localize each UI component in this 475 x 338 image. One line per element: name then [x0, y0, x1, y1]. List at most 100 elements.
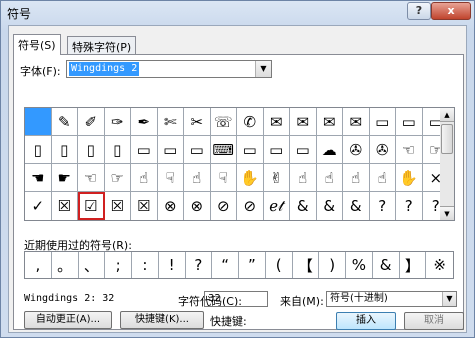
recent-symbol-cell[interactable]: ※: [426, 252, 453, 278]
symbol-cell[interactable]: ☝: [316, 164, 343, 192]
dialog-title: 符号: [7, 7, 32, 21]
scrollbar-thumb[interactable]: [441, 124, 453, 154]
recent-symbol-cell[interactable]: 。: [52, 252, 79, 278]
symbol-cell[interactable]: ☜: [396, 136, 423, 164]
symbol-cell[interactable]: &: [290, 192, 317, 220]
character-code-input[interactable]: 32: [204, 291, 268, 307]
tab-symbols[interactable]: 符号(S): [13, 34, 61, 55]
from-dropdown[interactable]: 符号(十进制) ▼: [326, 291, 457, 307]
symbol-cell[interactable]: ✇: [369, 136, 396, 164]
symbol-cell[interactable]: ▭: [157, 136, 184, 164]
symbol-cell[interactable]: ✎: [51, 108, 78, 136]
from-value: 符号(十进制): [330, 293, 388, 304]
symbol-cell[interactable]: ✇: [343, 136, 370, 164]
symbol-cell[interactable]: ?: [396, 192, 423, 220]
symbol-grid-scrollbar[interactable]: ▲ ▼: [440, 107, 455, 221]
symbol-cell[interactable]: ☁: [316, 136, 343, 164]
symbol-cell[interactable]: ✉: [316, 108, 343, 136]
recent-symbols-grid: ,。、;:!? “”(【)% &】 ※: [24, 251, 454, 279]
symbol-cell[interactable]: ☝: [290, 164, 317, 192]
dialog-client: 符号(S) 特殊字符(P) 字体(F): Wingdings 2 ▼ ✎ ✐ ✑ ✒ ✄…: [8, 25, 467, 333]
symbol-cell[interactable]: ✉: [263, 108, 290, 136]
symbol-cell[interactable]: ☒: [105, 192, 131, 220]
recent-symbol-cell[interactable]: (: [266, 252, 293, 278]
recent-symbol-cell[interactable]: %: [346, 252, 373, 278]
symbol-cell[interactable]: ☏: [210, 108, 237, 136]
symbol-cell[interactable]: ⊘: [211, 192, 237, 220]
symbol-cell[interactable]: ▭: [369, 108, 396, 136]
symbol-cell[interactable]: ☜: [78, 164, 105, 192]
symbol-cell[interactable]: ✐: [78, 108, 105, 136]
symbol-cell[interactable]: ☒: [52, 192, 78, 220]
recent-symbol-cell[interactable]: 】: [400, 252, 427, 278]
tab-special-characters[interactable]: 特殊字符(P): [67, 36, 137, 54]
symbol-cell[interactable]: ☝: [369, 164, 396, 192]
symbol-cell[interactable]: ▭: [396, 108, 423, 136]
close-button[interactable]: x: [431, 2, 471, 20]
symbol-cell[interactable]: ▯: [78, 136, 105, 164]
symbol-cell[interactable]: ✋: [396, 164, 423, 192]
symbol-cell[interactable]: ▯: [104, 136, 131, 164]
symbol-cell[interactable]: ▭: [290, 136, 317, 164]
symbol-cell[interactable]: ?: [370, 192, 396, 220]
shortcut-key-button[interactable]: 快捷键(K)...: [120, 311, 204, 329]
symbol-cell[interactable]: ✌: [263, 164, 290, 192]
chevron-down-icon[interactable]: ▼: [442, 292, 456, 306]
symbol-cell[interactable]: ☑: [78, 192, 105, 220]
symbol-cell[interactable]: ℯ𝓉: [264, 192, 290, 220]
symbol-cell[interactable]: &: [343, 192, 370, 220]
symbol-dialog: 符号 ? x 符号(S) 特殊字符(P) 字体(F): Wingdings 2 …: [0, 0, 475, 338]
symbol-cell[interactable]: [25, 108, 52, 136]
symbol-cell[interactable]: ✑: [104, 108, 131, 136]
help-button[interactable]: ?: [407, 2, 431, 20]
symbol-cell[interactable]: ▯: [51, 136, 78, 164]
symbol-cell[interactable]: ▭: [184, 136, 211, 164]
symbol-cell[interactable]: ✉: [290, 108, 317, 136]
symbol-cell[interactable]: ☚: [25, 164, 52, 192]
chevron-down-icon[interactable]: ▼: [255, 61, 271, 77]
recent-symbol-cell[interactable]: ”: [239, 252, 266, 278]
symbol-cell[interactable]: ▭: [263, 136, 290, 164]
recent-symbol-cell[interactable]: 【: [293, 252, 320, 278]
symbol-cell[interactable]: ✄: [157, 108, 184, 136]
symbol-cell[interactable]: ▭: [131, 136, 158, 164]
recent-symbol-cell[interactable]: “: [212, 252, 239, 278]
recent-symbol-cell[interactable]: ,: [25, 252, 52, 278]
symbol-cell[interactable]: ✒: [131, 108, 158, 136]
symbol-cell[interactable]: ☛: [51, 164, 78, 192]
font-dropdown[interactable]: Wingdings 2 ▼: [66, 60, 272, 78]
insert-button[interactable]: 插入: [336, 312, 396, 330]
recent-symbol-cell[interactable]: :: [132, 252, 159, 278]
symbol-cell[interactable]: ✆: [237, 108, 264, 136]
scroll-down-icon[interactable]: ▼: [440, 206, 454, 220]
symbol-cell[interactable]: ✂: [184, 108, 211, 136]
symbol-cell[interactable]: ⊘: [237, 192, 264, 220]
symbol-cell[interactable]: ⌨: [210, 136, 237, 164]
symbol-cell[interactable]: ✓: [25, 192, 52, 220]
symbol-cell[interactable]: ☞: [104, 164, 131, 192]
recent-symbol-cell[interactable]: 、: [79, 252, 106, 278]
shortcut-label: 快捷键:: [210, 315, 247, 328]
symbol-cell[interactable]: &: [317, 192, 343, 220]
symbol-cell[interactable]: ⊗: [158, 192, 184, 220]
recent-symbol-cell[interactable]: &: [373, 252, 400, 278]
symbol-cell[interactable]: ✉: [343, 108, 370, 136]
symbol-cell[interactable]: ▯: [25, 136, 52, 164]
recent-symbol-cell[interactable]: ?: [186, 252, 213, 278]
cancel-button[interactable]: 取消: [404, 312, 464, 330]
symbol-cell[interactable]: ✋: [237, 164, 264, 192]
scroll-up-icon[interactable]: ▲: [440, 108, 454, 122]
symbol-cell[interactable]: ▭: [237, 136, 264, 164]
autocorrect-button[interactable]: 自动更正(A)...: [24, 311, 112, 329]
symbols-panel: 字体(F): Wingdings 2 ▼ ✎ ✐ ✑ ✒ ✄ ✂ ☏ ✆ ✉ ✉ ✉ ✉ ▭ ▭ ▭ ▯ ▯ ▯ ▯…: [13, 54, 464, 330]
symbol-cell[interactable]: ⊗: [184, 192, 211, 220]
symbol-cell[interactable]: ☟: [210, 164, 237, 192]
symbol-cell[interactable]: ☝: [184, 164, 211, 192]
recent-symbol-cell[interactable]: !: [159, 252, 186, 278]
symbol-cell[interactable]: ☝: [343, 164, 370, 192]
recent-symbol-cell[interactable]: ): [319, 252, 346, 278]
symbol-cell[interactable]: ☝: [131, 164, 158, 192]
recent-symbol-cell[interactable]: ;: [105, 252, 132, 278]
symbol-cell[interactable]: ☒: [131, 192, 158, 220]
symbol-cell[interactable]: ☟: [157, 164, 184, 192]
